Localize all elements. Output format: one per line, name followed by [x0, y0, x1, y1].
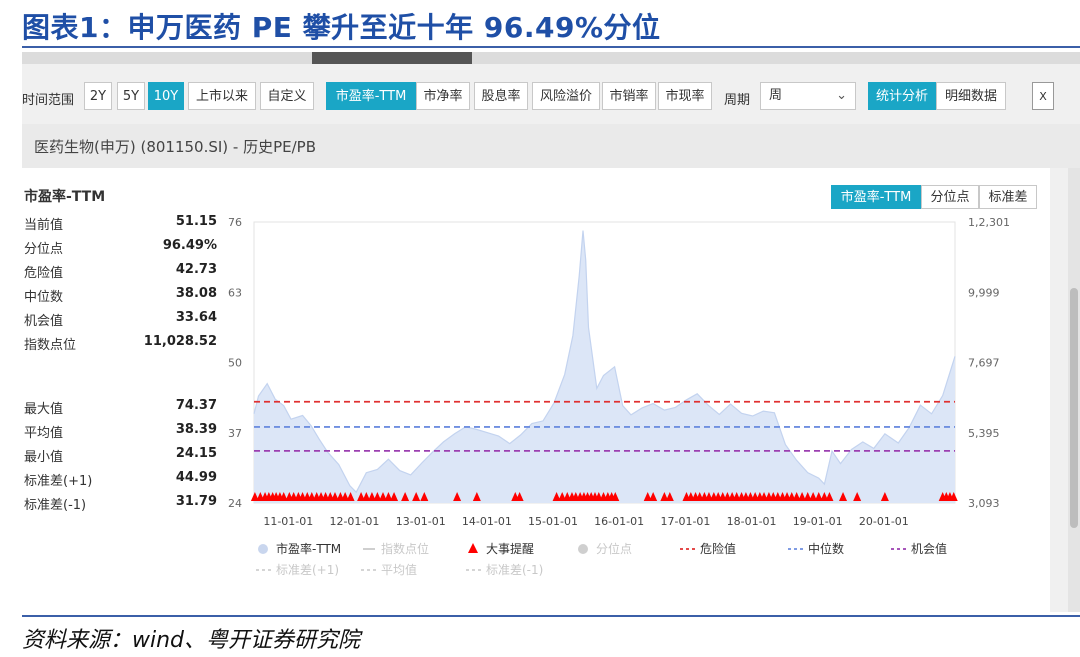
- y-right-tick-label: 5,395: [968, 427, 1000, 440]
- legend-label: 平均值: [381, 562, 417, 577]
- pe-history-chart: 76 63 50 37 24 1,2,301 9,999 7,697 5,395 3,093 11-…: [228, 216, 1010, 577]
- legend-label: 指数点位: [381, 541, 429, 556]
- y-right-tick-label: 7,697: [968, 357, 1000, 370]
- legend-symbol: [468, 543, 478, 553]
- y-left-tick-label: 63: [228, 286, 242, 299]
- x-tick-label: 18-01-01: [727, 515, 777, 528]
- x-tick-label: 12-01-01: [329, 515, 379, 528]
- y-left-tick-label: 24: [228, 497, 242, 510]
- y-left-tick-label: 76: [228, 216, 242, 229]
- x-tick-label: 19-01-01: [793, 515, 843, 528]
- legend-label: 中位数: [808, 541, 844, 556]
- y-left-tick-label: 50: [228, 357, 242, 370]
- legend-label: 标准差(+1): [276, 563, 339, 577]
- x-tick-label: 14-01-01: [462, 515, 512, 528]
- x-tick-label: 17-01-01: [660, 515, 710, 528]
- x-tick-label: 20-01-01: [859, 515, 909, 528]
- x-tick-label: 15-01-01: [528, 515, 578, 528]
- legend-label: 标准差(-1): [486, 563, 543, 577]
- legend-label: 大事提醒: [486, 541, 534, 556]
- legend-label: 机会值: [911, 541, 947, 556]
- legend-symbol: [578, 544, 588, 554]
- x-tick-label: 16-01-01: [594, 515, 644, 528]
- legend-label: 市盈率-TTM: [276, 541, 341, 556]
- y-right-tick-label: 9,999: [968, 286, 1000, 299]
- y-left-tick-label: 37: [228, 427, 242, 440]
- legend-label: 危险值: [700, 541, 736, 556]
- legend-symbol: [258, 544, 268, 554]
- x-tick-label: 13-01-01: [396, 515, 446, 528]
- y-right-tick-label: 3,093: [968, 497, 1000, 510]
- figure-source: 资料来源：wind、粤开证券研究院: [22, 628, 361, 653]
- y-right-tick-label: 1,2,301: [968, 216, 1010, 229]
- x-tick-label: 11-01-01: [263, 515, 313, 528]
- legend-label: 分位点: [596, 541, 632, 556]
- source-rule: [22, 615, 1080, 617]
